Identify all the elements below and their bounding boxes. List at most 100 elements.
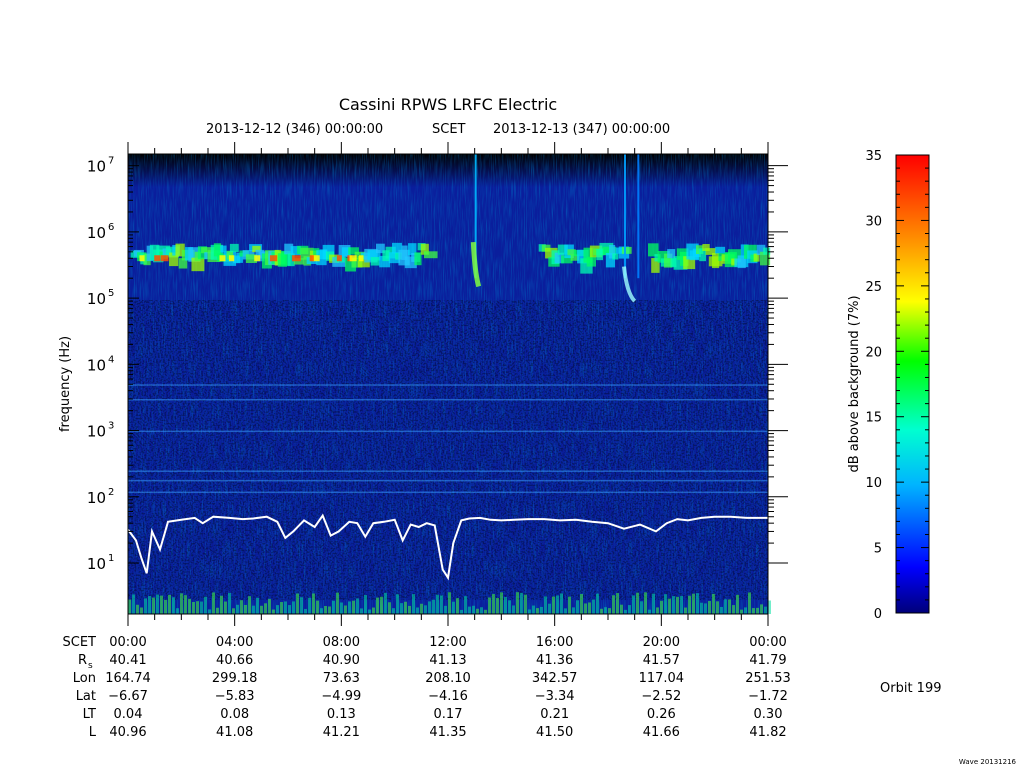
- low-frequency-noise: [252, 605, 255, 614]
- colorbar-gradient: [895, 154, 930, 614]
- low-frequency-noise: [696, 593, 699, 614]
- ephemeris-table: SCET 00:00 04:00 08:00 12:00 16:00 20:00 00:00 R…: [63, 635, 791, 740]
- low-frequency-noise: [184, 595, 187, 614]
- ephemeris-cell: −6.67: [108, 689, 148, 704]
- ephemeris-cell: 04:00: [216, 635, 253, 650]
- low-frequency-noise: [400, 603, 403, 614]
- ephemeris-cell: 41.35: [429, 725, 466, 740]
- low-frequency-noise: [484, 609, 487, 614]
- ephemeris-cell: 12:00: [429, 635, 466, 650]
- low-frequency-noise: [592, 599, 595, 614]
- low-frequency-noise: [160, 595, 163, 614]
- ephemeris-row-label: L: [89, 725, 97, 740]
- y-tick-label-exponent: 2: [108, 487, 114, 498]
- low-frequency-noise: [440, 595, 443, 614]
- low-frequency-noise: [644, 592, 647, 614]
- emission-patch: [586, 256, 596, 267]
- low-frequency-noise: [300, 597, 303, 614]
- ephemeris-cell: 342.57: [532, 671, 578, 686]
- low-frequency-noise: [632, 595, 635, 614]
- low-frequency-noise: [508, 600, 511, 614]
- intense-emission-patch: [336, 255, 342, 262]
- low-frequency-noise: [752, 608, 755, 614]
- low-frequency-noise: [528, 609, 531, 614]
- intense-emission-patch: [228, 255, 235, 262]
- low-frequency-noise: [380, 596, 383, 614]
- low-frequency-noise: [176, 608, 179, 614]
- y-tick-label-exponent: 7: [108, 156, 114, 167]
- low-frequency-noise: [392, 608, 395, 614]
- emission-patch: [424, 251, 438, 259]
- low-frequency-noise: [740, 609, 743, 614]
- burst-streak: [624, 154, 626, 279]
- ephemeris-cell: 164.74: [105, 671, 151, 686]
- harmonic-line: [128, 479, 768, 482]
- low-frequency-noise: [368, 609, 371, 614]
- ephemeris-cell: 208.10: [425, 671, 471, 686]
- colorbar: 0 5 10 15 20 25 30 35: [865, 149, 930, 622]
- ephemeris-cell: −3.34: [535, 689, 575, 704]
- low-frequency-noise: [336, 592, 339, 614]
- low-frequency-noise: [408, 605, 411, 614]
- low-frequency-noise: [732, 605, 735, 614]
- emission-patch: [715, 246, 726, 254]
- low-frequency-noise: [616, 593, 619, 614]
- low-frequency-noise: [264, 603, 267, 614]
- low-frequency-noise: [340, 602, 343, 614]
- low-frequency-noise: [496, 597, 499, 614]
- low-frequency-noise: [144, 598, 147, 614]
- low-frequency-noise: [728, 599, 731, 614]
- low-frequency-noise: [692, 593, 695, 614]
- low-frequency-noise: [572, 607, 575, 614]
- y-tick-label-base: 10: [87, 224, 106, 242]
- intense-emission-patch: [154, 255, 161, 262]
- low-frequency-noise: [244, 604, 247, 614]
- ephemeris-cell: 00:00: [109, 635, 146, 650]
- intense-emission-patch: [309, 255, 314, 262]
- low-frequency-noise: [412, 594, 415, 614]
- ephemeris-cell: 73.63: [323, 671, 360, 686]
- low-frequency-noise: [608, 608, 611, 614]
- low-frequency-noise: [468, 606, 471, 614]
- low-frequency-noise: [640, 601, 643, 614]
- ephemeris-row-label: Lat: [76, 689, 96, 704]
- low-frequency-noise: [756, 607, 759, 614]
- low-frequency-noise: [676, 596, 679, 614]
- low-frequency-noise: [424, 605, 427, 614]
- low-frequency-noise: [624, 609, 627, 614]
- y-tick-label-exponent: 1: [108, 553, 114, 564]
- low-frequency-noise: [328, 606, 331, 614]
- ephemeris-cell: −5.83: [215, 689, 255, 704]
- y-tick-label: 10: [87, 290, 106, 308]
- ephemeris-cell: 40.96: [109, 725, 146, 740]
- low-frequency-noise: [356, 598, 359, 614]
- low-frequency-noise: [548, 603, 551, 614]
- low-frequency-noise: [504, 597, 507, 614]
- low-frequency-noise: [524, 594, 527, 614]
- low-frequency-noise: [236, 604, 239, 614]
- ephemeris-cell: 41.50: [536, 725, 573, 740]
- y-tick-label: 10: [87, 423, 106, 441]
- low-frequency-noise: [716, 601, 719, 614]
- low-frequency-noise: [480, 607, 483, 614]
- low-frequency-noise: [760, 604, 763, 614]
- emission-patch: [414, 252, 422, 266]
- ephemeris-cell: 0.17: [434, 707, 463, 722]
- low-frequency-noise: [724, 599, 727, 614]
- low-frequency-noise: [188, 598, 191, 614]
- low-frequency-noise: [168, 594, 171, 614]
- low-frequency-noise: [212, 592, 215, 614]
- y-tick-label-exponent: 5: [108, 288, 114, 299]
- ephemeris-cell: 16:00: [536, 635, 573, 650]
- low-frequency-noise: [544, 596, 547, 614]
- low-frequency-noise: [704, 603, 707, 614]
- low-frequency-noise: [372, 607, 375, 614]
- ephemeris-cell: 251.53: [745, 671, 791, 686]
- low-frequency-noise: [332, 600, 335, 614]
- low-frequency-noise: [688, 595, 691, 614]
- y-tick-label-exponent: 6: [108, 222, 114, 233]
- low-frequency-noise: [476, 608, 479, 614]
- low-frequency-noise: [156, 594, 159, 614]
- low-frequency-noise: [316, 600, 319, 614]
- low-frequency-noise: [628, 605, 631, 614]
